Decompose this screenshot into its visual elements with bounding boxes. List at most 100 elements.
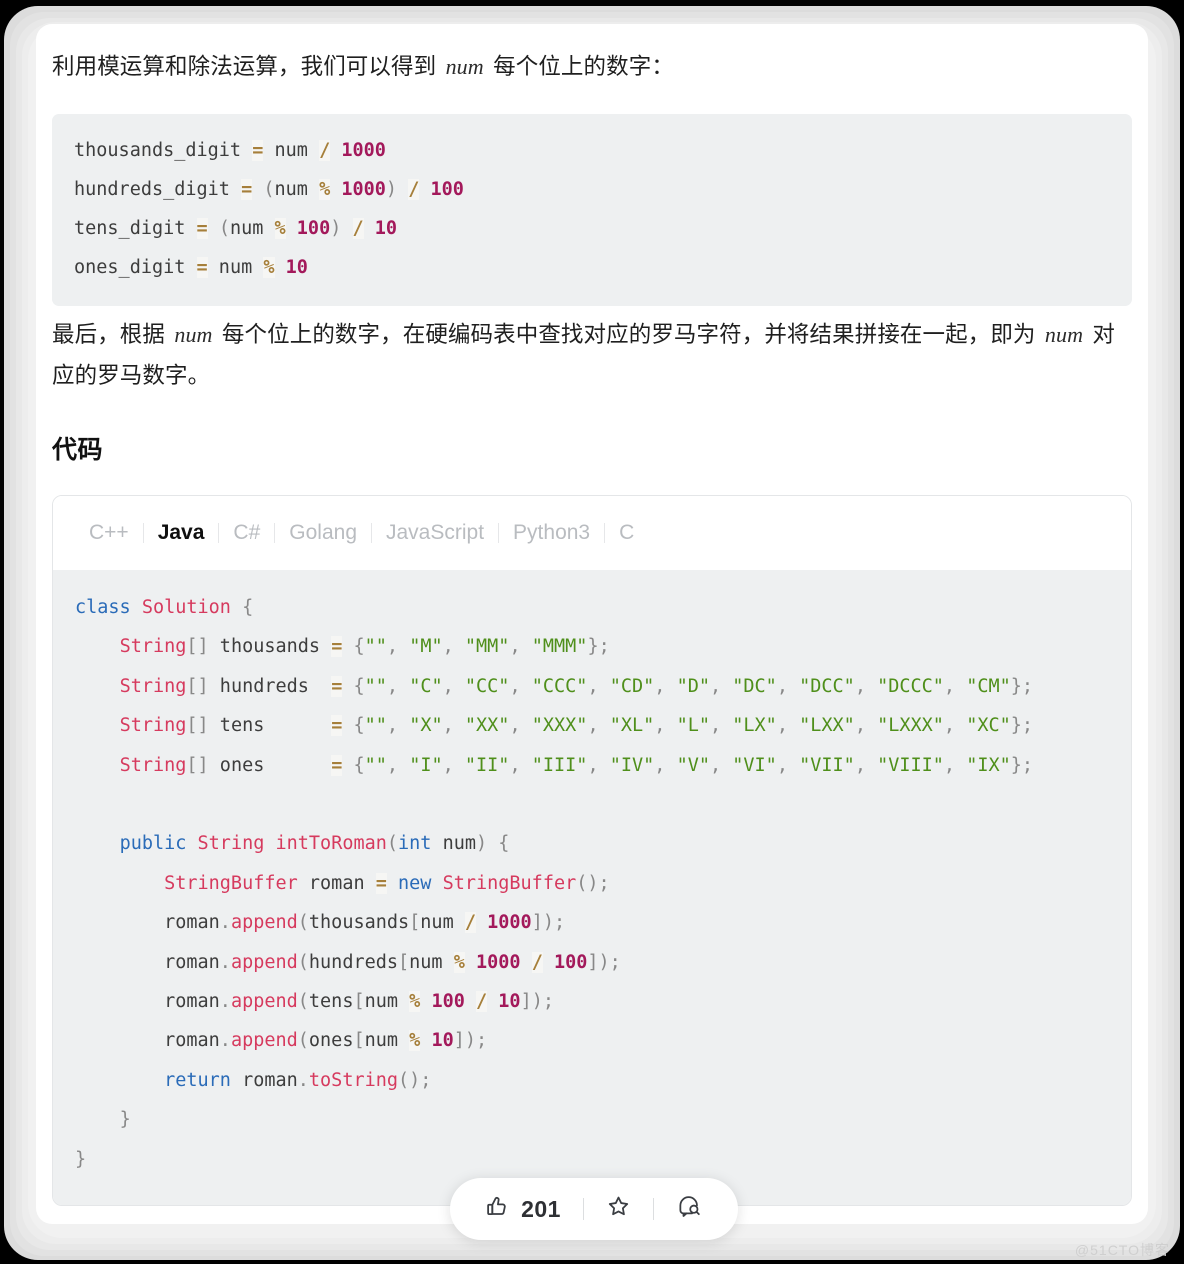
code-token: } xyxy=(119,1109,131,1131)
code-token: , xyxy=(509,754,532,776)
code-token: % xyxy=(409,1030,421,1052)
code-token: roman xyxy=(75,1030,220,1052)
conclusion-text-mid: 每个位上的数字，在硬编码表中查找对应的罗马字符，并将结果拼接在一起，即为 xyxy=(215,322,1042,347)
article-sheet: 利用模运算和除法运算，我们可以得到 num 每个位上的数字： thousands… xyxy=(36,24,1148,1224)
code-token: String xyxy=(197,833,265,855)
intro-paragraph: 利用模运算和除法运算，我们可以得到 num 每个位上的数字： xyxy=(52,24,1132,87)
code-token: num xyxy=(207,257,264,278)
code-token: . xyxy=(219,951,231,973)
code-token: "" xyxy=(364,636,387,658)
code-token: ones_digit xyxy=(74,257,197,278)
code-token: . xyxy=(219,912,231,934)
code-token: . xyxy=(219,991,231,1013)
code-token: "I" xyxy=(409,754,443,776)
code-token: , xyxy=(943,675,967,697)
tab-c[interactable]: C# xyxy=(219,521,274,545)
favorite-button[interactable] xyxy=(584,1194,653,1224)
tab-java[interactable]: Java xyxy=(144,521,219,545)
code-token: "III" xyxy=(531,754,588,776)
like-button[interactable]: 201 xyxy=(463,1194,583,1224)
code-token: 1000 xyxy=(476,951,521,973)
tab-c[interactable]: C++ xyxy=(75,521,143,545)
code-token: [] xyxy=(186,636,209,658)
star-icon xyxy=(606,1194,631,1224)
code-token: [] xyxy=(186,675,209,697)
conclusion-math-var-2: num xyxy=(1044,322,1084,347)
code-token: , xyxy=(442,715,465,737)
tab-javascript[interactable]: JavaScript xyxy=(372,521,498,545)
code-token: . xyxy=(297,1069,309,1091)
java-code-line: String[] hundreds = {"", "C", "CC", "CCC… xyxy=(75,667,1109,706)
code-token: [] xyxy=(186,754,209,776)
code-token: { xyxy=(353,636,365,658)
feedback-button[interactable] xyxy=(654,1193,725,1225)
code-area: class Solution { String[] thousands = {"… xyxy=(53,570,1131,1206)
code-token: "MMM" xyxy=(531,636,588,658)
code-token: , xyxy=(854,754,878,776)
code-token: hundreds xyxy=(308,951,399,973)
code-token: , xyxy=(776,675,800,697)
tab-python3[interactable]: Python3 xyxy=(499,521,604,545)
code-token: ]); xyxy=(531,912,566,934)
code-token: "VII" xyxy=(799,754,855,776)
code-token: 100 xyxy=(431,991,465,1013)
code-token: { xyxy=(353,675,365,697)
code-token: , xyxy=(654,715,677,737)
code-token: ]); xyxy=(520,991,554,1013)
tab-c[interactable]: C xyxy=(605,521,648,545)
code-token: "IX" xyxy=(966,754,1011,776)
code-token: num xyxy=(263,140,320,161)
code-token: 10 xyxy=(374,218,398,239)
java-code-line: } xyxy=(75,1100,1109,1139)
java-code-line: roman.append(ones[num % 10]); xyxy=(75,1021,1109,1060)
code-token: = xyxy=(331,715,343,737)
code-token: ( xyxy=(297,1030,309,1052)
code-token: , xyxy=(709,715,733,737)
code-token: (); xyxy=(398,1069,432,1091)
code-token: StringBuffer xyxy=(442,872,577,894)
code-token: ones xyxy=(308,1030,354,1052)
code-token: hundreds_digit xyxy=(74,179,242,200)
conclusion-math-var-1: num xyxy=(174,322,213,347)
language-tabbar[interactable]: C++ Java C# Golang JavaScript Python3 C xyxy=(53,496,1131,570)
tab-golang[interactable]: Golang xyxy=(275,521,371,545)
conclusion-text-before: 最后，根据 xyxy=(52,322,172,347)
code-token: 100 xyxy=(430,179,464,200)
code-token: "DCC" xyxy=(799,675,855,697)
code-token: , xyxy=(709,754,733,776)
code-token: append xyxy=(230,912,298,934)
code-token: { xyxy=(353,715,365,737)
code-token: 10 xyxy=(431,1030,454,1052)
code-token: num xyxy=(420,912,465,934)
code-token: roman xyxy=(230,1069,298,1091)
code-token: [ xyxy=(398,951,410,973)
code-token: , xyxy=(587,675,610,697)
code-token: num xyxy=(364,1030,410,1052)
code-token: ) xyxy=(330,218,342,239)
code-token: "CD" xyxy=(609,675,655,697)
code-token: 1000 xyxy=(487,912,532,934)
code-token: , xyxy=(776,715,800,737)
code-token: 1000 xyxy=(341,140,386,161)
code-token: roman xyxy=(75,951,220,973)
code-token: "VI" xyxy=(732,754,777,776)
code-token: 100 xyxy=(553,951,588,973)
code-token: String xyxy=(119,715,187,737)
article-content: 利用模运算和除法运算，我们可以得到 num 每个位上的数字： thousands… xyxy=(36,24,1148,1207)
pseudocode-line: ones_digit = num % 10 xyxy=(74,248,1110,287)
